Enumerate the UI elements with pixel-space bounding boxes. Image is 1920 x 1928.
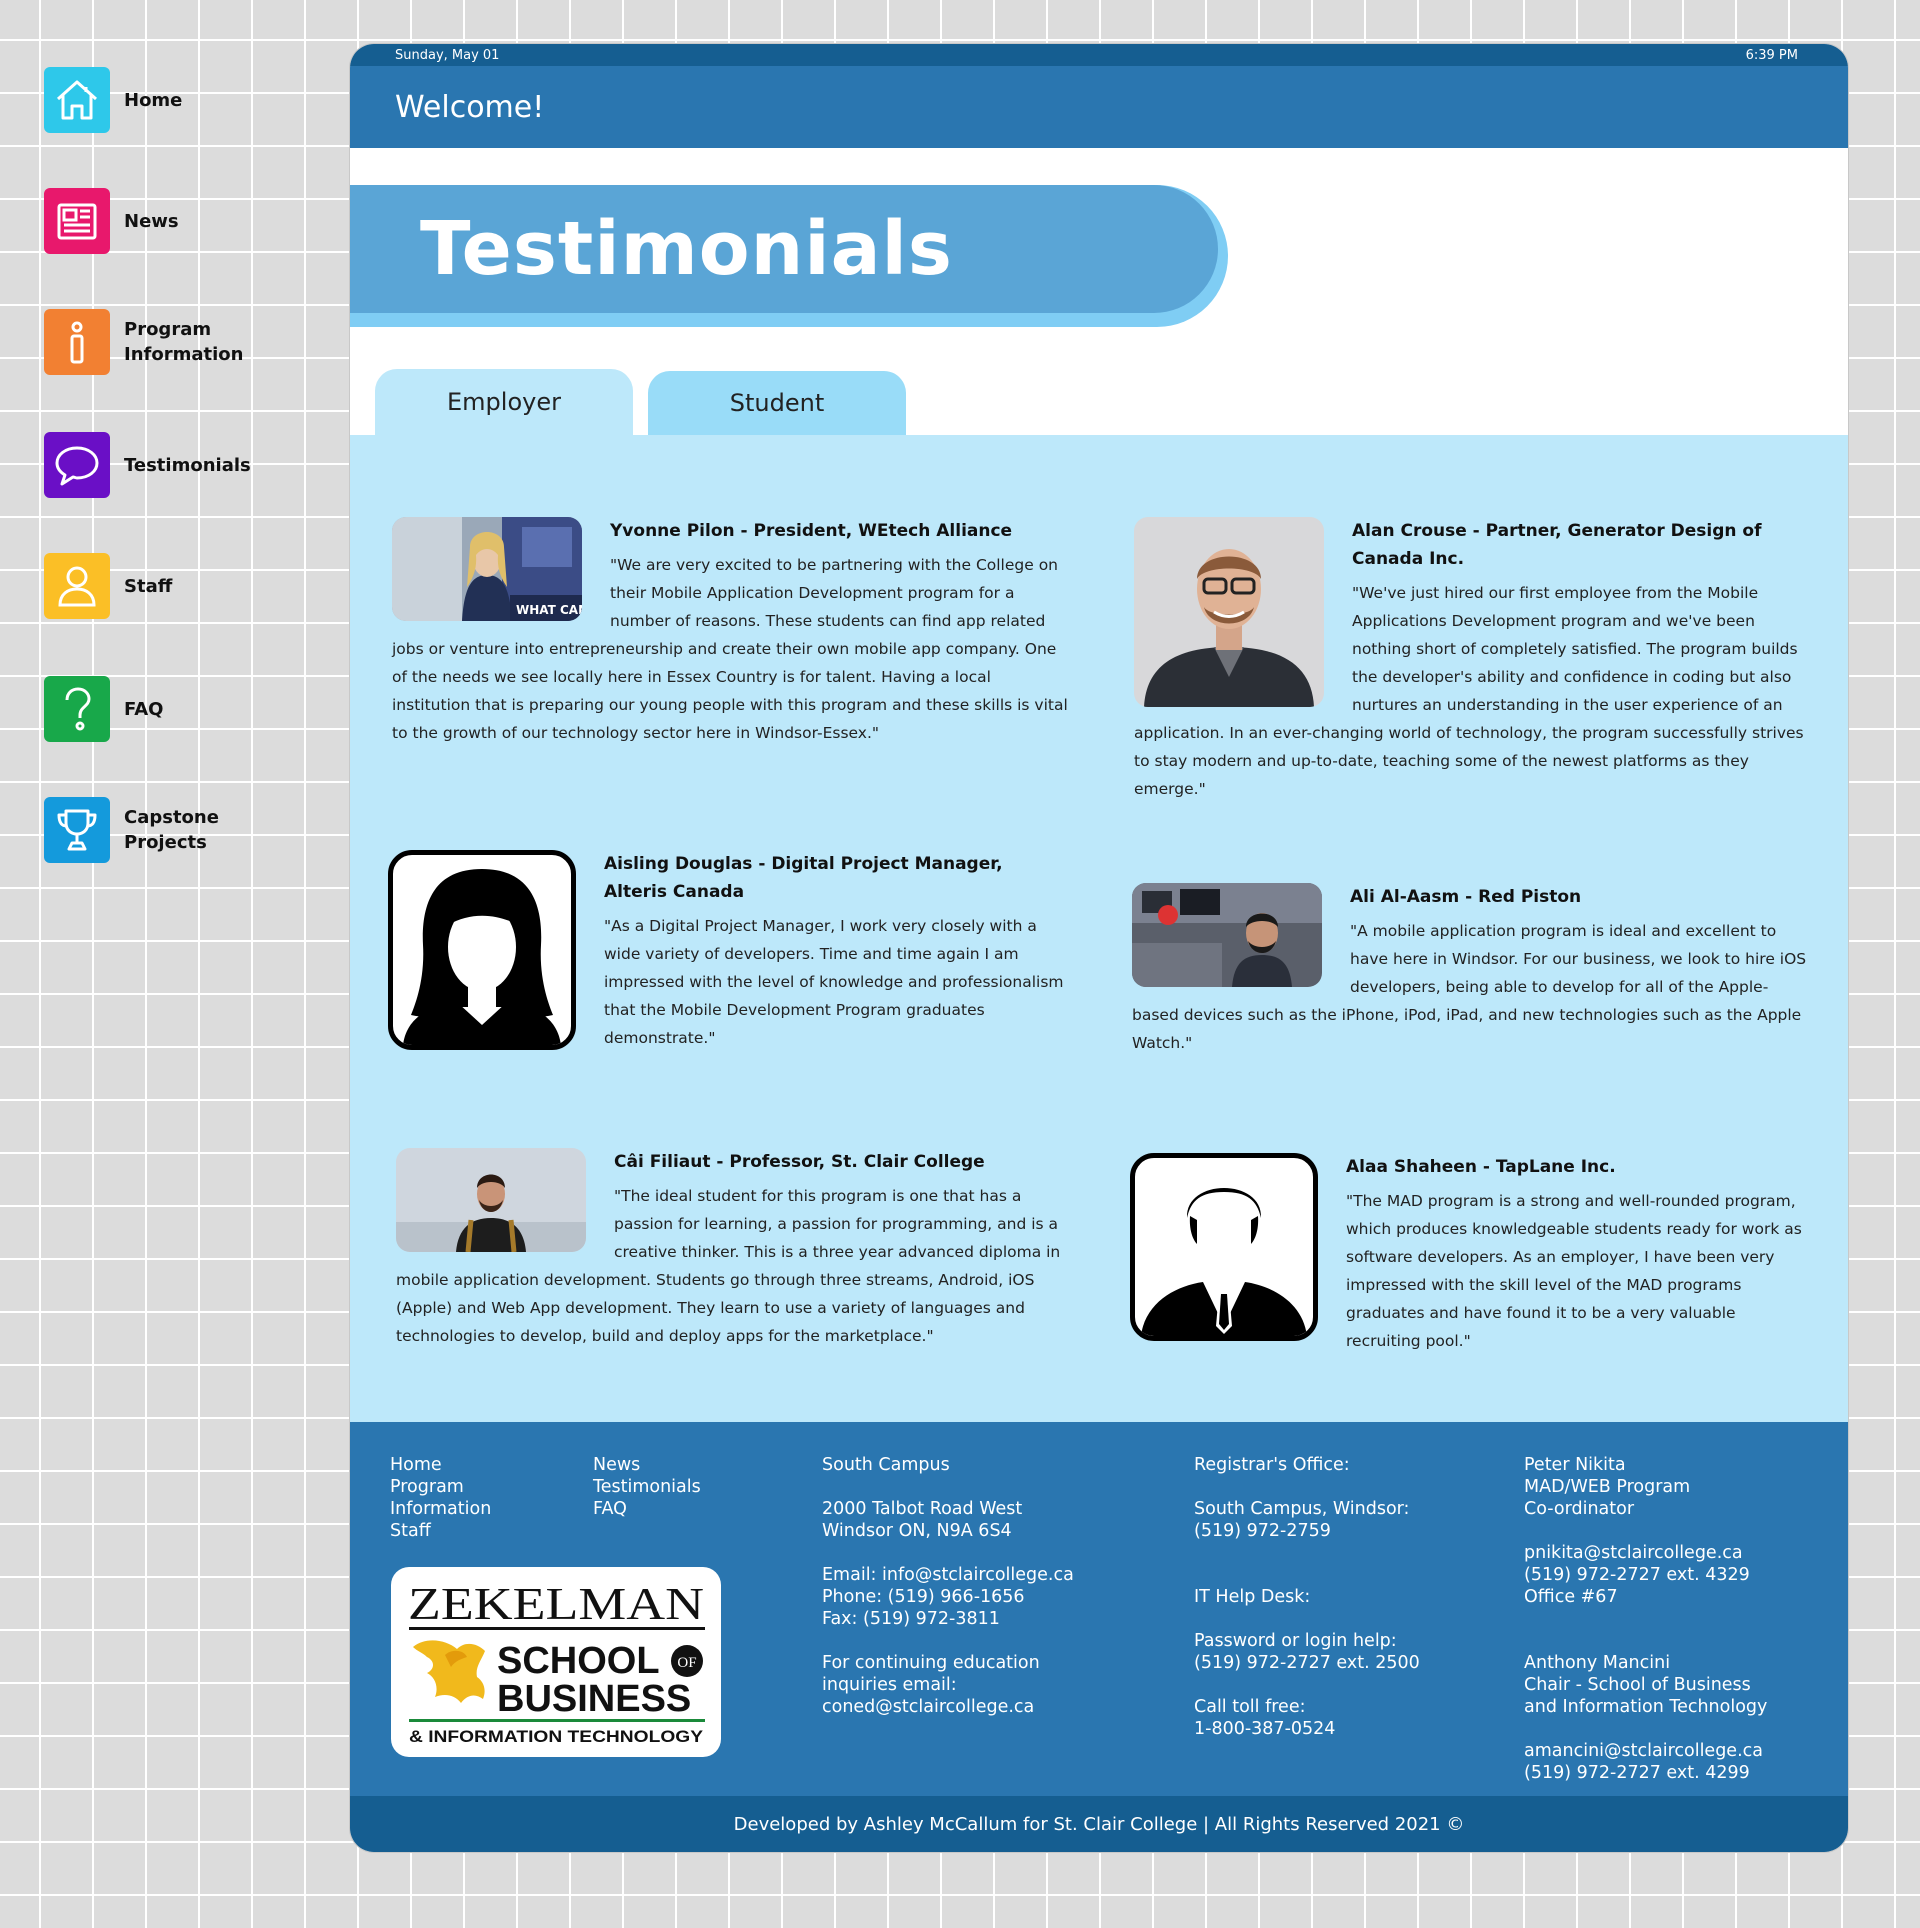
testimonial-card: Alan Crouse - Partner, Generator Design … [1134,517,1814,803]
status-bar: Sunday, May 01 6:39 PM [350,44,1848,66]
tab-bar: Employer Student [375,369,906,435]
campus-title: South Campus [822,1455,950,1475]
sidebar-item-label: Capstone Projects [124,807,219,853]
contact1-role-line2: Co-ordinator [1524,1499,1635,1519]
sidebar-item-faq[interactable]: FAQ [44,676,284,742]
person-icon [44,553,110,619]
tab-student[interactable]: Student [648,371,906,435]
logo-tagline: & INFORMATION TECHNOLOGY [409,1727,704,1746]
contact1-email: pnikita@stclaircollege.ca [1524,1543,1743,1563]
registrar-title: Registrar's Office: [1194,1455,1350,1475]
logo-of: OF [677,1655,696,1671]
question-icon [44,676,110,742]
sidebar-item-program-information[interactable]: Program Information [44,309,284,375]
testimonial-card: Câi Filiaut - Professor, St. Clair Colle… [396,1148,1076,1350]
trophy-icon [44,797,110,863]
coned-line1: For continuing education [822,1653,1040,1673]
contact1-name: Peter Nikita [1524,1455,1626,1475]
footer: Home Program Information Staff News Test… [350,1422,1848,1796]
contact2-role-line1: Chair - School of Business [1524,1675,1751,1695]
footer-campus-info: South Campus 2000 Talbot Road West Winds… [822,1454,1074,1718]
male-avatar-icon [1130,1153,1318,1341]
password-help-phone: (519) 972-2727 ext. 2500 [1194,1653,1420,1673]
alan-photo [1134,517,1324,707]
footer-link-information[interactable]: Information [390,1498,491,1520]
female-avatar-icon [388,850,576,1050]
sidebar-item-label: Home [124,89,183,111]
registrar-campus: South Campus, Windsor: [1194,1499,1410,1519]
footer-registrar-info: Registrar's Office: South Campus, Windso… [1194,1454,1420,1740]
contact2-email: amancini@stclaircollege.ca [1524,1741,1763,1761]
footer-link-faq[interactable]: FAQ [593,1498,701,1520]
registrar-phone: (519) 972-2759 [1194,1521,1331,1541]
banner-fill: Testimonials [350,185,1218,313]
cai-photo [396,1148,586,1252]
footer-links-col2: News Testimonials FAQ [593,1454,701,1520]
testimonial-card: Aisling Douglas - Digital Project Manage… [388,850,1068,1056]
campus-fax: Fax: (519) 972-3811 [822,1609,1000,1629]
contact1-phone: (519) 972-2727 ext. 4329 [1524,1565,1750,1585]
coned-email: coned@stclaircollege.ca [822,1697,1035,1717]
campus-address-line2: Windsor ON, N9A 6S4 [822,1521,1012,1541]
testimonial-card: Ali Al-Aasm - Red Piston "A mobile appli… [1132,883,1812,1057]
sidebar-item-label: Program Information [124,319,244,365]
info-icon [44,309,110,375]
time-text: 6:39 PM [1745,47,1798,63]
toll-free-label: Call toll free: [1194,1697,1306,1717]
sidebar-item-staff[interactable]: Staff [44,553,284,619]
welcome-text: Welcome! [395,89,545,125]
contact1-role-line1: MAD/WEB Program [1524,1477,1691,1497]
testimonials-content: WHAT CAN Yvonne Pilon - President, WEtec… [350,435,1848,1435]
griffin-icon [413,1640,485,1703]
main-panel: Sunday, May 01 6:39 PM Welcome! Testimon… [350,44,1848,1852]
campus-address-line1: 2000 Talbot Road West [822,1499,1023,1519]
page-title: Testimonials [420,206,953,292]
contact2-role-line2: and Information Technology [1524,1697,1768,1717]
footer-link-testimonials[interactable]: Testimonials [593,1476,701,1498]
footer-link-program[interactable]: Program [390,1476,491,1498]
sidebar-item-label: FAQ [124,698,164,720]
news-icon [44,188,110,254]
footer-link-news[interactable]: News [593,1454,701,1476]
sidebar-item-capstone-projects[interactable]: Capstone Projects [44,797,284,863]
password-help: Password or login help: [1194,1631,1397,1651]
logo-school: SCHOOL [497,1640,660,1682]
photo-caption: WHAT CAN [516,603,582,617]
footer-contacts: Peter Nikita MAD/WEB Program Co-ordinato… [1524,1454,1767,1784]
logo-business: BUSINESS [497,1678,691,1720]
contact1-office: Office #67 [1524,1587,1618,1607]
contact2-phone: (519) 972-2727 ext. 4299 [1524,1763,1750,1783]
contact2-name: Anthony Mancini [1524,1653,1671,1673]
testimonial-card: WHAT CAN Yvonne Pilon - President, WEtec… [392,517,1072,747]
campus-phone: Phone: (519) 966-1656 [822,1587,1025,1607]
date-text: Sunday, May 01 [395,47,500,63]
footer-links-col1: Home Program Information Staff [390,1454,491,1542]
welcome-banner: Welcome! [350,66,1848,148]
testimonial-card: Alaa Shaheen - TapLane Inc. "The MAD pro… [1130,1153,1810,1355]
tab-employer[interactable]: Employer [375,369,633,435]
copyright-text: Developed by Ashley McCallum for St. Cla… [733,1813,1465,1835]
footer-link-staff[interactable]: Staff [390,1520,491,1542]
zekelman-logo: ZEKELMAN SCHOOL OF BUSINESS & INFORMATIO… [391,1567,721,1757]
sidebar-item-testimonials[interactable]: Testimonials [44,432,284,498]
sidebar-item-home[interactable]: Home [44,67,284,133]
sidebar-item-label: News [124,210,179,232]
chat-bubble-icon [44,432,110,498]
copyright-bar: Developed by Ashley McCallum for St. Cla… [350,1796,1848,1852]
page-title-banner: Testimonials [350,185,1230,327]
it-help-title: IT Help Desk: [1194,1587,1311,1607]
sidebar-item-news[interactable]: News [44,188,284,254]
coned-line2: inquiries email: [822,1675,957,1695]
toll-free-phone: 1-800-387-0524 [1194,1719,1336,1739]
yvonne-photo: WHAT CAN [392,517,582,621]
logo-wordmark: ZEKELMAN [408,1578,704,1629]
home-icon [44,67,110,133]
footer-link-home[interactable]: Home [390,1454,491,1476]
sidebar-item-label: Testimonials [124,454,251,476]
campus-email: Email: info@stclaircollege.ca [822,1565,1074,1585]
ali-photo [1132,883,1322,987]
sidebar-item-label: Staff [124,575,173,597]
